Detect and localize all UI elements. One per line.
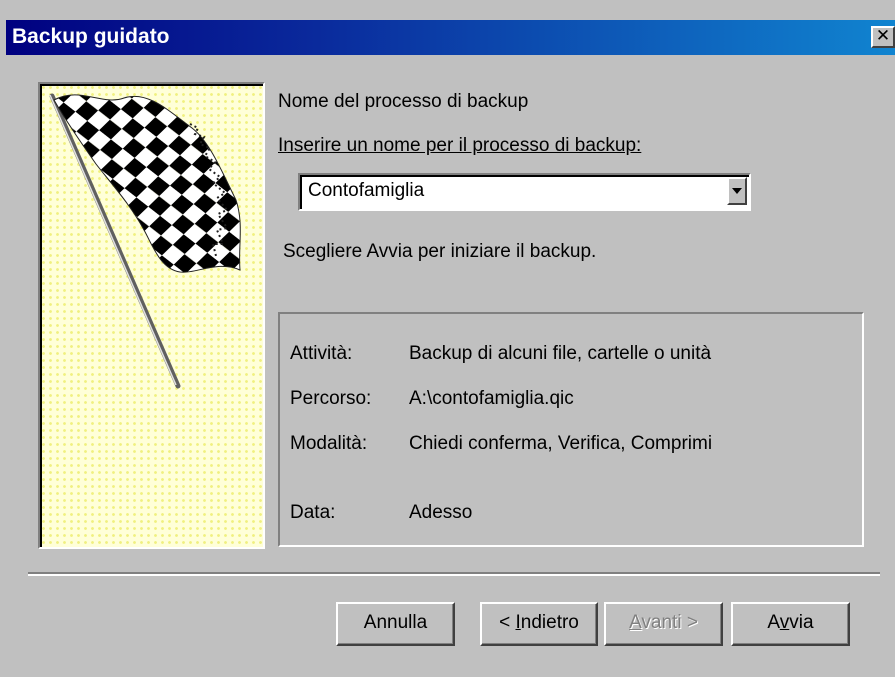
title-bar[interactable]: Backup guidato ✕ — [6, 20, 895, 55]
summary-value-task: Backup di alcuni file, cartelle o unità — [409, 343, 712, 364]
summary-key-date: Data: — [290, 502, 336, 523]
summary-value-path: A:\contofamiglia.qic — [409, 388, 574, 409]
summary-value-mode: Chiedi conferma, Verifica, Comprimi — [409, 433, 713, 454]
start-button[interactable]: Avvia — [731, 602, 850, 646]
summary-key-mode: Modalità: — [290, 433, 368, 454]
section-title: Nome del processo di backup — [278, 91, 529, 112]
checkered-flag-icon — [49, 93, 241, 389]
wizard-image-panel — [38, 82, 265, 549]
summary-key-path: Percorso: — [290, 388, 372, 409]
summary-value-date: Adesso — [409, 502, 473, 523]
dropdown-button[interactable] — [727, 177, 747, 205]
backup-wizard-window: Backup guidato ✕ Nome del processo di ba… — [0, 0, 895, 677]
back-button[interactable]: < Indietro — [480, 602, 598, 646]
prompt-label-text: Inserire un nome per il processo di back… — [278, 135, 642, 156]
summary-key-task: Attività: — [290, 343, 353, 364]
instruction-text: Scegliere Avvia per iniziare il backup. — [283, 241, 597, 262]
next-button[interactable]: Avanti > — [604, 602, 723, 646]
job-name-value[interactable]: Contofamiglia — [308, 180, 424, 202]
close-icon: ✕ — [875, 26, 891, 45]
chevron-down-icon — [732, 188, 742, 194]
close-button[interactable]: ✕ — [871, 26, 895, 48]
cancel-button[interactable]: Annulla — [336, 602, 455, 646]
separator — [28, 572, 880, 576]
window-title: Backup guidato — [12, 25, 170, 48]
prompt-label: Inserire un nome per il processo di back… — [278, 135, 641, 157]
job-name-combobox[interactable]: Contofamiglia — [298, 173, 751, 211]
